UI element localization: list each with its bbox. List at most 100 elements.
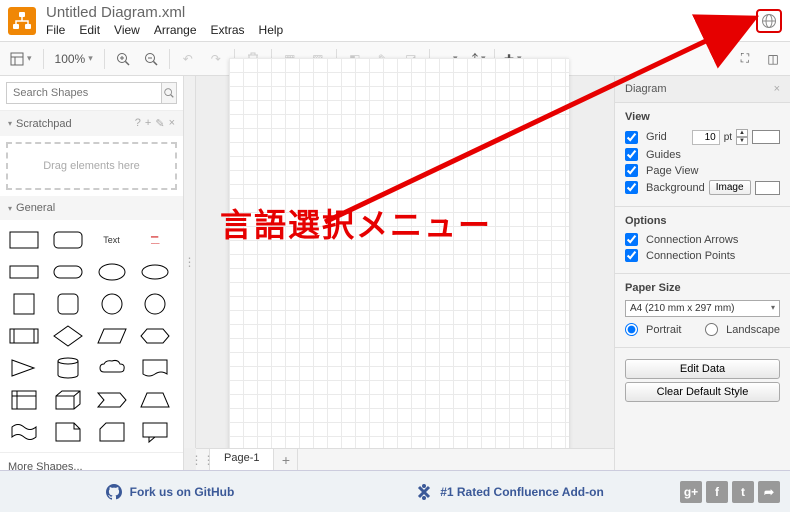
shape-cylinder[interactable] bbox=[50, 354, 86, 382]
facebook-icon[interactable]: f bbox=[706, 481, 728, 503]
zoom-select[interactable]: 100% bbox=[49, 52, 99, 66]
shape-circle-2[interactable] bbox=[137, 290, 173, 318]
add-page-button[interactable]: + bbox=[274, 449, 298, 470]
conn-points-checkbox[interactable] bbox=[625, 249, 638, 262]
options-heading: Options bbox=[625, 215, 780, 227]
shape-rounded-square[interactable] bbox=[50, 290, 86, 318]
left-sidebar: Scratchpad ? + ✎ × Drag elements here Gener… bbox=[0, 76, 184, 470]
shape-step[interactable] bbox=[94, 386, 130, 414]
undo-button[interactable]: ↶ bbox=[175, 46, 201, 72]
titlebar: Untitled Diagram.xml File Edit View Arra… bbox=[0, 0, 790, 42]
clear-style-button[interactable]: Clear Default Style bbox=[625, 382, 780, 402]
shape-rectangle[interactable] bbox=[6, 226, 42, 254]
conn-arrows-label: Connection Arrows bbox=[646, 234, 780, 246]
grid-size-up[interactable]: ▲ bbox=[736, 129, 748, 137]
scratchpad-close-icon[interactable]: × bbox=[169, 117, 175, 130]
shape-diamond[interactable] bbox=[50, 322, 86, 350]
menu-view[interactable]: View bbox=[114, 23, 140, 37]
view-heading: View bbox=[625, 111, 780, 123]
search-input[interactable] bbox=[6, 82, 161, 104]
language-button[interactable] bbox=[756, 9, 782, 33]
guides-label: Guides bbox=[646, 149, 780, 161]
menu-extras[interactable]: Extras bbox=[211, 23, 245, 37]
scratchpad-edit-icon[interactable]: ✎ bbox=[155, 117, 164, 130]
scratchpad-dropzone[interactable]: Drag elements here bbox=[6, 142, 177, 190]
menu-arrange[interactable]: Arrange bbox=[154, 23, 197, 37]
format-panel: Diagram × View Grid pt ▲▼ Guides Page Vi… bbox=[614, 76, 790, 470]
confluence-link[interactable]: #1 Rated Confluence Add-on bbox=[340, 484, 680, 500]
shape-internal-storage[interactable] bbox=[6, 386, 42, 414]
zoom-out-button[interactable] bbox=[138, 46, 164, 72]
shape-document[interactable] bbox=[137, 354, 173, 382]
more-shapes-button[interactable]: More Shapes... bbox=[0, 452, 183, 470]
paper-heading: Paper Size bbox=[625, 282, 780, 294]
shape-text[interactable]: Text bbox=[94, 226, 130, 254]
portrait-radio[interactable] bbox=[625, 323, 638, 336]
scratchpad-label: Scratchpad bbox=[16, 118, 72, 130]
format-panel-button[interactable]: ◫ bbox=[760, 46, 786, 72]
shape-hexagon[interactable] bbox=[137, 322, 173, 350]
background-checkbox[interactable] bbox=[625, 181, 638, 194]
conn-arrows-checkbox[interactable] bbox=[625, 233, 638, 246]
menu-edit[interactable]: Edit bbox=[79, 23, 100, 37]
grid-size-input[interactable] bbox=[692, 130, 720, 145]
menu-file[interactable]: File bbox=[46, 23, 65, 37]
panel-close-icon[interactable]: × bbox=[774, 83, 780, 95]
view-mode-select[interactable] bbox=[4, 52, 38, 66]
share-icon[interactable]: ➦ bbox=[758, 481, 780, 503]
shape-heading[interactable]: ━━── bbox=[137, 226, 173, 254]
paper-size-select[interactable]: A4 (210 mm x 297 mm) bbox=[625, 300, 780, 317]
general-section-header[interactable]: General bbox=[0, 196, 183, 220]
grid-checkbox[interactable] bbox=[625, 131, 638, 144]
outline-toggle[interactable]: ⋮ bbox=[184, 76, 196, 448]
twitter-icon[interactable]: t bbox=[732, 481, 754, 503]
shape-ellipse-2[interactable] bbox=[137, 258, 173, 286]
shape-ellipse[interactable] bbox=[94, 258, 130, 286]
shape-tape[interactable] bbox=[6, 418, 42, 446]
shape-circle[interactable] bbox=[94, 290, 130, 318]
social-buttons: g+ f t ➦ bbox=[680, 481, 790, 503]
document-title[interactable]: Untitled Diagram.xml bbox=[46, 4, 283, 21]
footer: Fork us on GitHub #1 Rated Confluence Ad… bbox=[0, 470, 790, 512]
redo-button[interactable]: ↷ bbox=[203, 46, 229, 72]
tab-page-1[interactable]: Page-1 bbox=[210, 449, 274, 470]
shape-trapezoid[interactable] bbox=[137, 386, 173, 414]
search-button[interactable] bbox=[161, 82, 177, 104]
pageview-label: Page View bbox=[646, 165, 780, 177]
shape-note[interactable] bbox=[50, 418, 86, 446]
shape-rounded-rect[interactable] bbox=[50, 226, 86, 254]
shape-rounded-rect-2[interactable] bbox=[50, 258, 86, 286]
menu-bar: File Edit View Arrange Extras Help bbox=[46, 23, 283, 37]
shape-cloud[interactable] bbox=[94, 354, 130, 382]
github-link[interactable]: Fork us on GitHub bbox=[0, 484, 340, 500]
shape-triangle[interactable] bbox=[6, 354, 42, 382]
zoom-in-button[interactable] bbox=[110, 46, 136, 72]
pageview-checkbox[interactable] bbox=[625, 164, 638, 177]
shape-cube[interactable] bbox=[50, 386, 86, 414]
shape-card[interactable] bbox=[94, 418, 130, 446]
menu-help[interactable]: Help bbox=[259, 23, 284, 37]
shape-parallelogram[interactable] bbox=[94, 322, 130, 350]
scratchpad-help-icon[interactable]: ? bbox=[135, 117, 141, 130]
background-color-swatch[interactable] bbox=[755, 181, 780, 195]
shape-square[interactable] bbox=[6, 290, 42, 318]
grid-size-down[interactable]: ▼ bbox=[736, 137, 748, 145]
grid-color-swatch[interactable] bbox=[752, 130, 780, 144]
app-logo[interactable] bbox=[8, 7, 36, 35]
background-image-button[interactable]: Image bbox=[709, 180, 751, 195]
landscape-label: Landscape bbox=[726, 324, 780, 336]
drawing-canvas[interactable] bbox=[229, 58, 569, 488]
shape-rectangle-2[interactable] bbox=[6, 258, 42, 286]
edit-data-button[interactable]: Edit Data bbox=[625, 359, 780, 379]
github-icon bbox=[106, 484, 122, 500]
scratchpad-header[interactable]: Scratchpad ? + ✎ × bbox=[0, 111, 183, 136]
fullscreen-button[interactable]: ⛶ bbox=[732, 46, 758, 72]
tab-handle[interactable]: ⋮⋮ bbox=[196, 449, 210, 470]
shape-callout[interactable] bbox=[137, 418, 173, 446]
guides-checkbox[interactable] bbox=[625, 148, 638, 161]
shape-process[interactable] bbox=[6, 322, 42, 350]
scratchpad-add-icon[interactable]: + bbox=[145, 117, 151, 130]
googleplus-icon[interactable]: g+ bbox=[680, 481, 702, 503]
landscape-radio[interactable] bbox=[705, 323, 718, 336]
page-tabs: ⋮⋮ Page-1 + bbox=[196, 448, 614, 470]
